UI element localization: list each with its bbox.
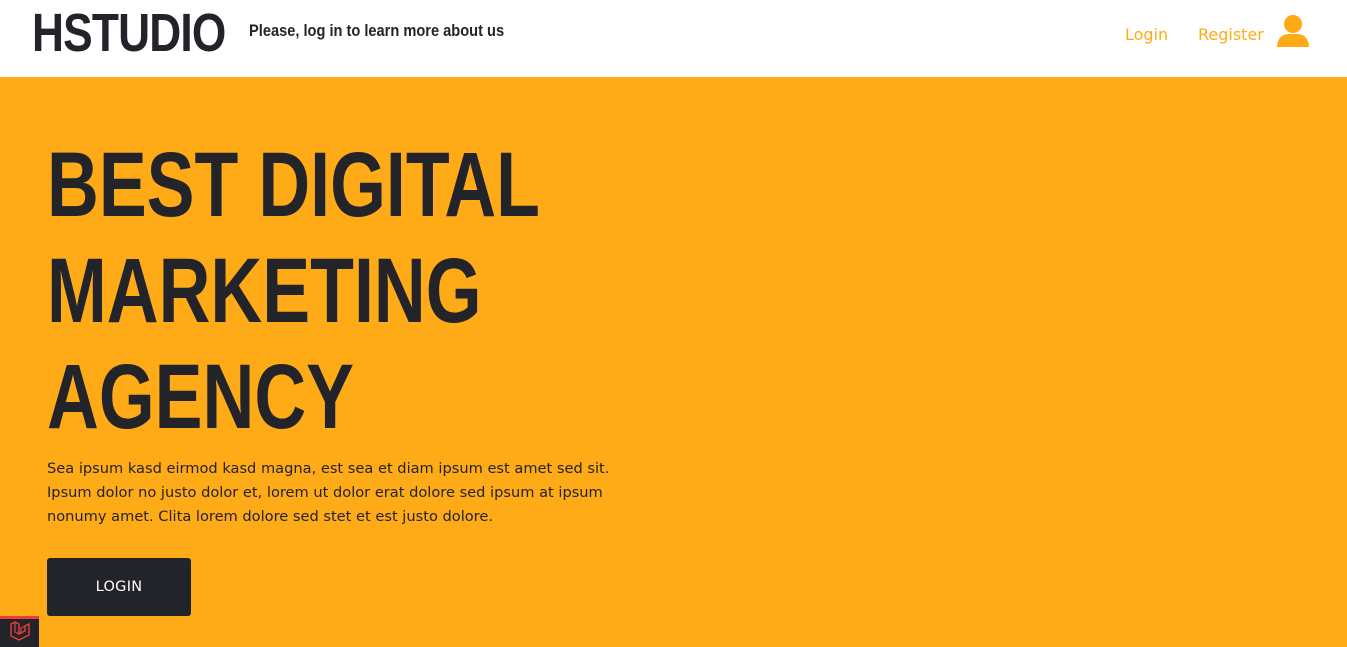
hero-title-line: AGENCY: [47, 346, 355, 448]
brand-logo[interactable]: HSTUDIO: [32, 2, 226, 64]
laravel-debugbar-toggle[interactable]: [0, 616, 39, 647]
hero-title-line: BEST DIGITAL: [47, 134, 541, 236]
hero-title: BEST DIGITAL MARKETING AGENCY: [47, 132, 593, 450]
hero-section: BEST DIGITAL MARKETING AGENCY Sea ipsum …: [0, 77, 1347, 647]
hero-title-line: MARKETING: [47, 240, 482, 342]
navbar-tagline: Please, log in to learn more about us: [249, 21, 505, 40]
navbar: HSTUDIO Please, log in to learn more abo…: [0, 0, 1347, 77]
hero-login-button[interactable]: LOGIN: [47, 558, 191, 616]
laravel-logo-icon: [9, 620, 31, 647]
nav-login-link[interactable]: Login: [1125, 24, 1168, 46]
hero-description: Sea ipsum kasd eirmod kasd magna, est se…: [47, 460, 610, 525]
user-icon[interactable]: [1276, 14, 1310, 48]
nav-register-link[interactable]: Register: [1198, 24, 1264, 46]
